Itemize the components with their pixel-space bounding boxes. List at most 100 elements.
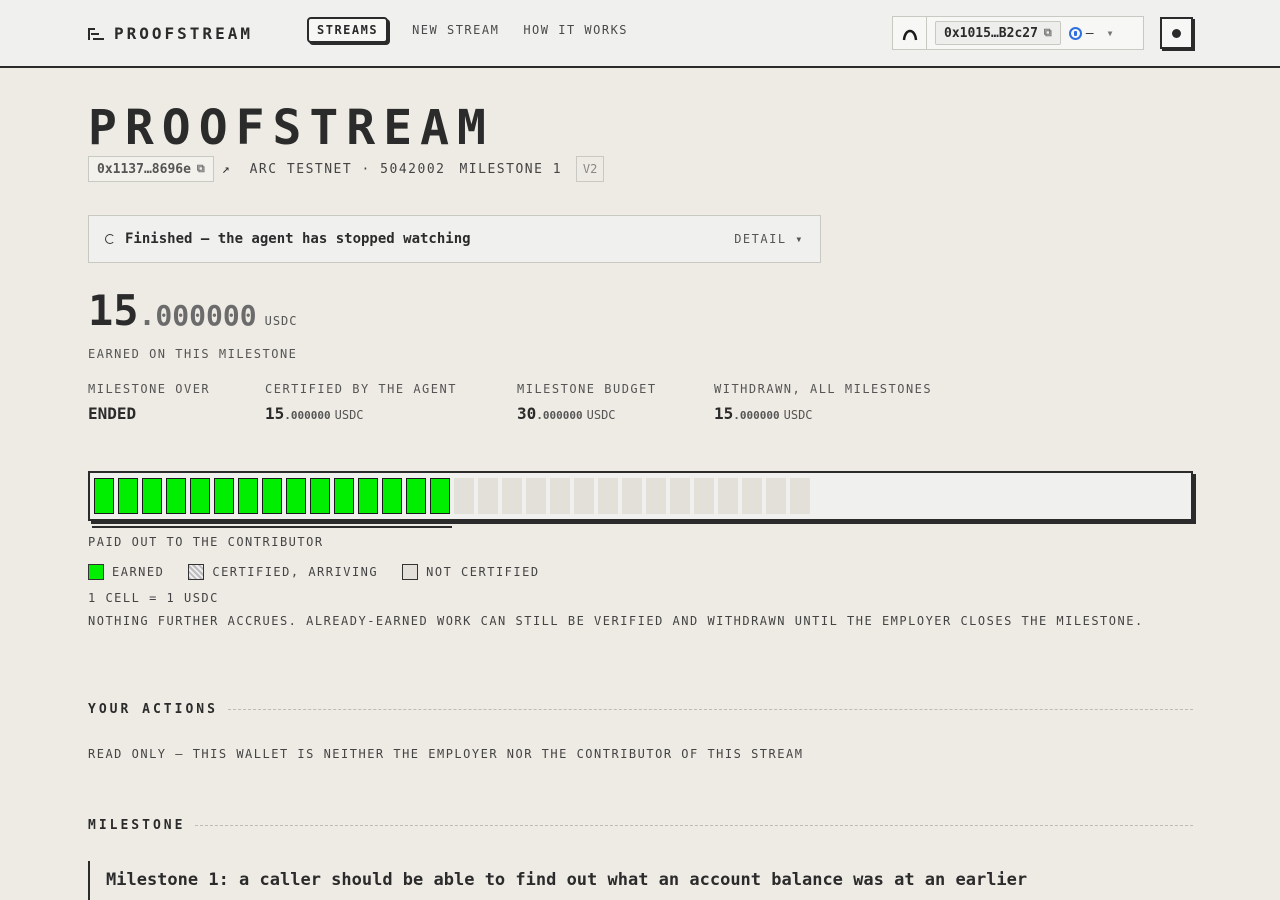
stat-value: 30.000000 USDC (517, 404, 657, 423)
divider (195, 825, 1193, 826)
detail-toggle[interactable]: DETAIL ▾ (734, 232, 804, 246)
stat-int: 30 (517, 404, 537, 423)
cell-earned (262, 478, 282, 514)
theme-toggle-button[interactable] (1160, 17, 1193, 49)
cell-earned (118, 478, 138, 514)
stat-budget: MILESTONE BUDGET 30.000000 USDC (517, 382, 657, 423)
earned-swatch (88, 564, 104, 580)
status-text: Finished — the agent has stopped watchin… (125, 231, 471, 247)
cell-earned (142, 478, 162, 514)
milestone-section-header: MILESTONE (88, 818, 1193, 833)
cell-earned (214, 478, 234, 514)
legend-not-certified: NOT CERTIFIED (402, 564, 539, 580)
cell-not-certified (646, 478, 666, 514)
spinner-icon (105, 234, 115, 244)
chain-value: – (1085, 25, 1094, 41)
top-nav: PROOFSTREAM STREAMS NEW STREAM HOW IT WO… (0, 0, 1280, 68)
cell-not-certified (454, 478, 474, 514)
amount-unit: USDC (264, 314, 298, 328)
milestone-description: Milestone 1: a caller should be able to … (88, 861, 1193, 900)
logo[interactable]: PROOFSTREAM (88, 24, 253, 43)
stream-logo-icon (88, 27, 104, 40)
arc-logo-icon (893, 17, 927, 49)
cell-not-certified (478, 478, 498, 514)
nav-new-stream[interactable]: NEW STREAM (412, 18, 499, 42)
actions-section-header: YOUR ACTIONS (88, 702, 1193, 717)
cell-earned (166, 478, 186, 514)
stat-unit: USDC (334, 408, 364, 422)
legend-earned: EARNED (88, 564, 164, 580)
stream-meta: 0x1137…8696e ⧉ ↗ ARC TESTNET · 5042002 M… (88, 156, 605, 182)
wallet-address: 0x1015…B2c27 (944, 25, 1038, 41)
page-title: PROOFSTREAM (88, 100, 494, 156)
stat-value: 15.000000 USDC (265, 404, 457, 423)
cell-not-certified (574, 478, 594, 514)
cell-not-certified (742, 478, 762, 514)
cell-not-certified (550, 478, 570, 514)
cell-unit-note: 1 CELL = 1 USDC (88, 591, 219, 605)
cell-earned (310, 478, 330, 514)
cell-earned (430, 478, 450, 514)
cell-not-certified (502, 478, 522, 514)
earned-label: EARNED ON THIS MILESTONE (88, 347, 298, 361)
cell-earned (94, 478, 114, 514)
network-label: ARC TESTNET · 5042002 (249, 161, 446, 177)
section-title: YOUR ACTIONS (88, 702, 218, 717)
logo-text: PROOFSTREAM (114, 24, 253, 43)
cell-not-certified (790, 478, 810, 514)
stat-dec: .000000 (536, 409, 583, 422)
stat-unit: USDC (783, 408, 813, 422)
earned-amount: 15 .000000 USDC (88, 286, 298, 335)
cell-earned (406, 478, 426, 514)
stat-withdrawn: WITHDRAWN, ALL MILESTONES 15.000000 USDC (714, 382, 932, 423)
amount-decimals: .000000 (138, 299, 257, 332)
cell-not-certified (598, 478, 618, 514)
dot-icon (1172, 28, 1181, 38)
stream-address: 0x1137…8696e (97, 161, 191, 177)
cell-meter (88, 471, 1193, 521)
stat-label: WITHDRAWN, ALL MILESTONES (714, 382, 933, 396)
nav-streams[interactable]: STREAMS (307, 17, 389, 43)
stat-unit: USDC (586, 408, 616, 422)
stat-certified: CERTIFIED BY THE AGENT 15.000000 USDC (265, 382, 457, 423)
cell-earned (334, 478, 354, 514)
stat-dec: .000000 (733, 409, 780, 422)
legend-label: CERTIFIED, ARRIVING (212, 565, 379, 579)
version-badge: V2 (576, 156, 605, 182)
legend-arriving: CERTIFIED, ARRIVING (188, 564, 378, 580)
paid-out-label: PAID OUT TO THE CONTRIBUTOR (88, 535, 324, 549)
cell-not-certified (670, 478, 690, 514)
stat-label: MILESTONE BUDGET (517, 382, 657, 396)
cell-earned (358, 478, 378, 514)
chevron-down-icon: ▼ (1107, 28, 1113, 38)
chain-selector[interactable]: – ▼ (1068, 25, 1113, 41)
divider (227, 709, 1193, 710)
not-certified-swatch (402, 564, 419, 580)
cell-earned (190, 478, 210, 514)
nav-how-it-works[interactable]: HOW IT WORKS (523, 18, 628, 42)
stats-row: MILESTONE OVER ENDED CERTIFIED BY THE AG… (88, 382, 988, 432)
wallet-widget: 0x1015…B2c27 ⧉ – ▼ (892, 16, 1144, 50)
amount-integer: 15 (88, 286, 139, 335)
stat-dec: .000000 (284, 409, 331, 422)
legend-label: EARNED (112, 565, 165, 579)
stat-value: ENDED (88, 404, 137, 423)
milestone-label: MILESTONE 1 (459, 161, 563, 177)
legend-label: NOT CERTIFIED (426, 565, 540, 579)
external-link-icon[interactable]: ↗ (222, 162, 230, 177)
stat-milestone-over: MILESTONE OVER ENDED (88, 382, 210, 423)
stream-address-button[interactable]: 0x1137…8696e ⧉ (88, 156, 214, 182)
wallet-address-button[interactable]: 0x1015…B2c27 ⧉ (935, 21, 1061, 45)
cell-earned (286, 478, 306, 514)
read-only-note: READ ONLY — THIS WALLET IS NEITHER THE E… (88, 747, 804, 761)
cell-earned (382, 478, 402, 514)
cell-not-certified (718, 478, 738, 514)
cell-not-certified (766, 478, 786, 514)
cell-not-certified (694, 478, 714, 514)
arriving-swatch (188, 564, 205, 580)
stat-label: CERTIFIED BY THE AGENT (265, 382, 457, 396)
cell-earned (238, 478, 258, 514)
usdc-icon (1068, 26, 1082, 40)
copy-icon[interactable]: ⧉ (1044, 26, 1052, 40)
copy-icon[interactable]: ⧉ (197, 162, 205, 176)
